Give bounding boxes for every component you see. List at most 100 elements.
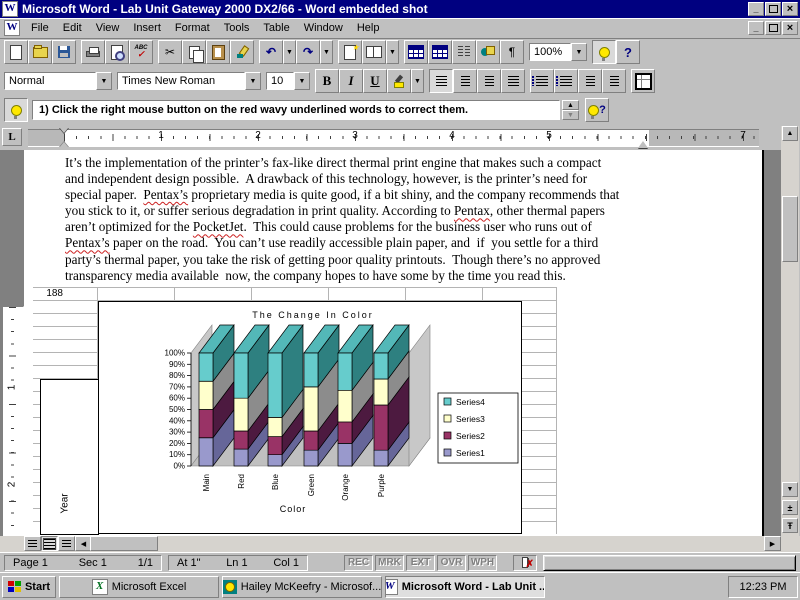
document-icon[interactable]: W [4, 20, 20, 36]
doc-minimize-button[interactable]: _ [748, 21, 764, 35]
size-value[interactable]: 10 [266, 72, 294, 90]
embedded-chart[interactable]: MainRedBlueGreenOrangePurple100%90%80%70… [98, 301, 522, 534]
redo-button[interactable]: ↷ [296, 40, 320, 64]
borders-button[interactable] [631, 69, 655, 93]
style-dropdown-button[interactable]: ▼ [96, 72, 112, 90]
columns-button[interactable] [452, 40, 476, 64]
open-button[interactable] [28, 40, 52, 64]
highlight-dropdown[interactable]: ▼ [411, 69, 424, 93]
scroll-right-button[interactable]: ▶ [764, 536, 781, 551]
copy-button[interactable] [182, 40, 206, 64]
redo-dropdown-button[interactable]: ▼ [320, 40, 333, 64]
print-button[interactable] [81, 40, 105, 64]
tip-help-button[interactable]: ? [585, 98, 609, 122]
horizontal-scrollbar[interactable]: ◀ ▶ [0, 536, 800, 552]
font-dropdown-button[interactable]: ▼ [245, 72, 261, 90]
worksheet-cell[interactable]: 188 [39, 288, 65, 300]
font-value[interactable]: Times New Roman [117, 72, 245, 90]
misspelled-word[interactable]: Pentax [454, 203, 490, 218]
menu-help[interactable]: Help [350, 20, 387, 36]
tip-next-button[interactable]: ▼ [562, 110, 579, 120]
mode-ovr[interactable]: OVR [437, 555, 466, 571]
restore-button[interactable] [765, 2, 781, 16]
scroll-down-button[interactable]: ▼ [782, 482, 798, 497]
task-button-excel[interactable]: X Microsoft Excel [59, 576, 219, 598]
insert-table-button[interactable] [404, 40, 428, 64]
previous-page-button[interactable]: ± [782, 500, 798, 515]
menu-table[interactable]: Table [256, 20, 296, 36]
spelling-button[interactable]: ABC✓ [129, 40, 153, 64]
mode-wph[interactable]: WPH [468, 555, 497, 571]
next-page-button[interactable]: Ŧ [782, 518, 798, 533]
bold-button[interactable]: B [315, 69, 339, 93]
align-right-button[interactable] [477, 69, 501, 93]
document-page[interactable]: It’s the implementation of the printer’s… [24, 150, 764, 536]
bullets-button[interactable] [554, 69, 578, 93]
numbering-button[interactable] [530, 69, 554, 93]
undo-dropdown-button[interactable]: ▼ [283, 40, 296, 64]
tip-bulb-button[interactable] [4, 98, 28, 122]
menu-format[interactable]: Format [168, 20, 217, 36]
size-dropdown-button[interactable]: ▼ [294, 72, 310, 90]
italic-button[interactable]: I [339, 69, 363, 93]
outline-view-button[interactable] [58, 536, 75, 551]
align-left-button[interactable] [429, 69, 453, 93]
style-value[interactable]: Normal [4, 72, 96, 90]
vertical-scroll-thumb[interactable] [782, 196, 798, 262]
menu-tools[interactable]: Tools [217, 20, 257, 36]
page-layout-view-button[interactable] [41, 536, 58, 551]
show-paragraph-button[interactable]: ¶ [500, 40, 524, 64]
vertical-scrollbar[interactable]: ▲ ▼ ± Ŧ [781, 126, 799, 536]
normal-view-button[interactable] [24, 536, 41, 551]
task-button-word[interactable]: W Microsoft Word - Lab Unit ... [385, 576, 545, 598]
scroll-up-button[interactable]: ▲ [782, 126, 798, 141]
menu-insert[interactable]: Insert [126, 20, 168, 36]
format-painter-button[interactable] [230, 40, 254, 64]
print-preview-button[interactable] [105, 40, 129, 64]
autoformat-button[interactable]: ★ [338, 40, 362, 64]
decrease-indent-button[interactable] [578, 69, 602, 93]
start-button[interactable]: Start [2, 576, 56, 598]
address-book-button[interactable] [362, 40, 386, 64]
highlight-button[interactable] [387, 69, 411, 93]
tip-previous-button[interactable]: ▲ [562, 100, 579, 110]
spelling-status-indicator[interactable]: ✗ [513, 555, 537, 571]
tip-wizard-button[interactable] [592, 40, 616, 64]
drawing-button[interactable] [476, 40, 500, 64]
right-indent-marker[interactable] [638, 136, 648, 148]
doc-close-button[interactable]: × [782, 21, 798, 35]
menu-window[interactable]: Window [297, 20, 350, 36]
justify-button[interactable] [501, 69, 525, 93]
minimize-button[interactable]: _ [748, 2, 764, 16]
insert-excel-button[interactable] [428, 40, 452, 64]
worksheet-year-cell[interactable]: Year [40, 379, 99, 535]
address-book-dropdown[interactable]: ▼ [386, 40, 399, 64]
mode-mrk[interactable]: MRK [375, 555, 404, 571]
mode-rec[interactable]: REC [344, 555, 373, 571]
paste-button[interactable] [206, 40, 230, 64]
underline-button[interactable]: U [363, 69, 387, 93]
misspelled-word[interactable]: PocketJet [193, 219, 244, 234]
horizontal-ruler[interactable]: 123457 [24, 124, 780, 150]
help-button[interactable]: ? [616, 40, 640, 64]
misspelled-word[interactable]: Pentax’s [65, 235, 110, 250]
doc-restore-button[interactable] [765, 21, 781, 35]
zoom-value[interactable]: 100% [529, 43, 571, 61]
horizontal-scroll-thumb[interactable] [90, 536, 158, 551]
increase-indent-button[interactable] [602, 69, 626, 93]
tab-alignment-button[interactable]: L [2, 128, 22, 146]
undo-button[interactable]: ↶ [259, 40, 283, 64]
misspelled-word[interactable]: Pentax’s [143, 187, 188, 202]
new-document-button[interactable] [4, 40, 28, 64]
task-button-mail[interactable]: Hailey McKeefry - Microsof... [222, 576, 382, 598]
hanging-indent-marker[interactable] [59, 137, 69, 148]
document-paragraph[interactable]: It’s the implementation of the printer’s… [65, 155, 690, 284]
menu-file[interactable]: File [24, 20, 56, 36]
zoom-dropdown-button[interactable]: ▼ [571, 43, 587, 61]
align-center-button[interactable] [453, 69, 477, 93]
menu-edit[interactable]: Edit [56, 20, 89, 36]
embedded-worksheet[interactable]: 188 Year MainRedBlueGreenOrangePurple100… [33, 287, 557, 534]
save-button[interactable] [52, 40, 76, 64]
close-button[interactable]: × [782, 2, 798, 16]
vertical-ruler[interactable]: 123 [2, 306, 24, 536]
